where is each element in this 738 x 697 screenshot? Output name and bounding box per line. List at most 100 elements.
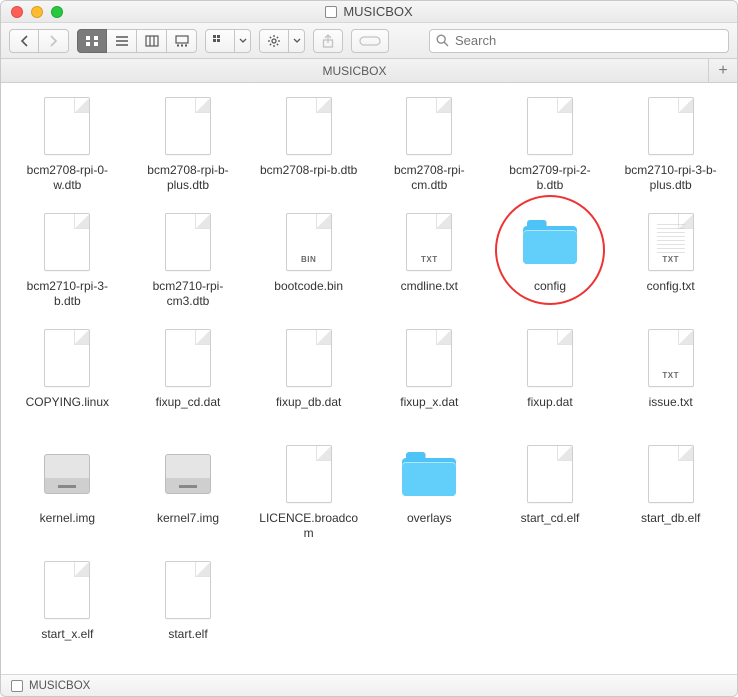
- document-icon: TXT: [648, 329, 694, 387]
- file-label: config.txt: [647, 279, 695, 309]
- file-label: bcm2708-rpi-b.dtb: [260, 163, 357, 193]
- file-label: fixup_x.dat: [400, 395, 458, 425]
- disk-image-icon: [165, 454, 211, 494]
- file-item[interactable]: bcm2708-rpi-0-w.dtb: [9, 95, 126, 193]
- view-switcher: [77, 29, 197, 53]
- file-item[interactable]: TXT issue.txt: [612, 327, 729, 425]
- file-item[interactable]: bcm2708-rpi-b-plus.dtb: [130, 95, 247, 193]
- column-view-button[interactable]: [137, 29, 167, 53]
- document-icon: [406, 97, 452, 155]
- forward-button[interactable]: [39, 29, 69, 53]
- file-label: bootcode.bin: [274, 279, 343, 309]
- file-label: bcm2710-rpi-3-b-plus.dtb: [621, 163, 721, 193]
- drive-icon: [11, 680, 23, 692]
- path-bar[interactable]: MUSICBOX: [1, 674, 737, 696]
- file-item[interactable]: LICENCE.broadcom: [250, 443, 367, 541]
- window-title: MUSICBOX: [1, 4, 737, 19]
- tab-label: MUSICBOX: [322, 64, 386, 78]
- titlebar[interactable]: MUSICBOX: [1, 1, 737, 23]
- document-icon: [527, 97, 573, 155]
- icon-view-button[interactable]: [77, 29, 107, 53]
- document-icon: [165, 561, 211, 619]
- group-chevron[interactable]: [235, 29, 251, 53]
- file-label: COPYING.linux: [26, 395, 109, 425]
- back-button[interactable]: [9, 29, 39, 53]
- search-input[interactable]: [455, 33, 722, 48]
- file-pane[interactable]: bcm2708-rpi-0-w.dtb bcm2708-rpi-b-plus.dt…: [1, 83, 737, 674]
- file-label: fixup_db.dat: [276, 395, 341, 425]
- file-item[interactable]: bcm2709-rpi-2-b.dtb: [492, 95, 609, 193]
- file-item[interactable]: fixup_x.dat: [371, 327, 488, 425]
- document-icon: [44, 329, 90, 387]
- file-item[interactable]: start_cd.elf: [492, 443, 609, 541]
- file-item[interactable]: start_x.elf: [9, 559, 126, 657]
- toolbar: [1, 23, 737, 59]
- search-field[interactable]: [429, 29, 729, 53]
- file-item[interactable]: bcm2710-rpi-3-b.dtb: [9, 211, 126, 309]
- window-title-label: MUSICBOX: [343, 4, 412, 19]
- file-label: bcm2708-rpi-b-plus.dtb: [138, 163, 238, 193]
- file-label: bcm2710-rpi-3-b.dtb: [17, 279, 117, 309]
- document-icon: TXT: [406, 213, 452, 271]
- document-icon: [286, 329, 332, 387]
- file-item[interactable]: kernel7.img: [130, 443, 247, 541]
- action-chevron[interactable]: [289, 29, 305, 53]
- document-icon: [527, 445, 573, 503]
- document-icon: TXT: [648, 213, 694, 271]
- file-item[interactable]: TXT config.txt: [612, 211, 729, 309]
- file-label: kernel.img: [40, 511, 95, 541]
- document-icon: BIN: [286, 213, 332, 271]
- file-label: bcm2709-rpi-2-b.dtb: [500, 163, 600, 193]
- tab-musicbox[interactable]: MUSICBOX: [1, 59, 709, 82]
- finder-window: MUSICBOX: [0, 0, 738, 697]
- list-view-button[interactable]: [107, 29, 137, 53]
- path-label: MUSICBOX: [29, 680, 90, 692]
- file-label: start_db.elf: [641, 511, 700, 541]
- share-button[interactable]: [313, 29, 343, 53]
- file-item[interactable]: config: [492, 211, 609, 309]
- action-menu: [259, 29, 305, 53]
- new-tab-button[interactable]: +: [709, 59, 737, 82]
- document-icon: [648, 97, 694, 155]
- file-label: LICENCE.broadcom: [259, 511, 359, 541]
- document-icon: [165, 97, 211, 155]
- file-label: config: [534, 279, 566, 309]
- document-icon: [527, 329, 573, 387]
- file-item[interactable]: bcm2708-rpi-b.dtb: [250, 95, 367, 193]
- file-label: bcm2708-rpi-cm.dtb: [379, 163, 479, 193]
- drive-icon: [325, 6, 337, 18]
- tags-button[interactable]: [351, 29, 389, 53]
- file-item[interactable]: bcm2710-rpi-cm3.dtb: [130, 211, 247, 309]
- tab-bar: MUSICBOX +: [1, 59, 737, 83]
- file-item[interactable]: overlays: [371, 443, 488, 541]
- file-item[interactable]: bcm2708-rpi-cm.dtb: [371, 95, 488, 193]
- document-icon: [286, 445, 332, 503]
- group-button[interactable]: [205, 29, 235, 53]
- gallery-view-button[interactable]: [167, 29, 197, 53]
- file-item[interactable]: start_db.elf: [612, 443, 729, 541]
- file-label: start_x.elf: [41, 627, 93, 657]
- folder-icon: [523, 220, 577, 264]
- file-item[interactable]: start.elf: [130, 559, 247, 657]
- file-item[interactable]: BIN bootcode.bin: [250, 211, 367, 309]
- file-item[interactable]: fixup_db.dat: [250, 327, 367, 425]
- file-item[interactable]: kernel.img: [9, 443, 126, 541]
- file-label: bcm2710-rpi-cm3.dtb: [138, 279, 238, 309]
- gear-button[interactable]: [259, 29, 289, 53]
- file-label: fixup_cd.dat: [156, 395, 221, 425]
- file-label: fixup.dat: [527, 395, 572, 425]
- search-icon: [436, 34, 449, 47]
- document-icon: [165, 329, 211, 387]
- file-item[interactable]: fixup.dat: [492, 327, 609, 425]
- file-label: issue.txt: [649, 395, 693, 425]
- file-item[interactable]: TXTcmdline.txt: [371, 211, 488, 309]
- group-menu: [205, 29, 251, 53]
- document-icon: [165, 213, 211, 271]
- file-item[interactable]: fixup_cd.dat: [130, 327, 247, 425]
- file-label: kernel7.img: [157, 511, 219, 541]
- file-item[interactable]: bcm2710-rpi-3-b-plus.dtb: [612, 95, 729, 193]
- document-icon: [286, 97, 332, 155]
- file-item[interactable]: COPYING.linux: [9, 327, 126, 425]
- file-label: bcm2708-rpi-0-w.dtb: [17, 163, 117, 193]
- document-icon: [406, 329, 452, 387]
